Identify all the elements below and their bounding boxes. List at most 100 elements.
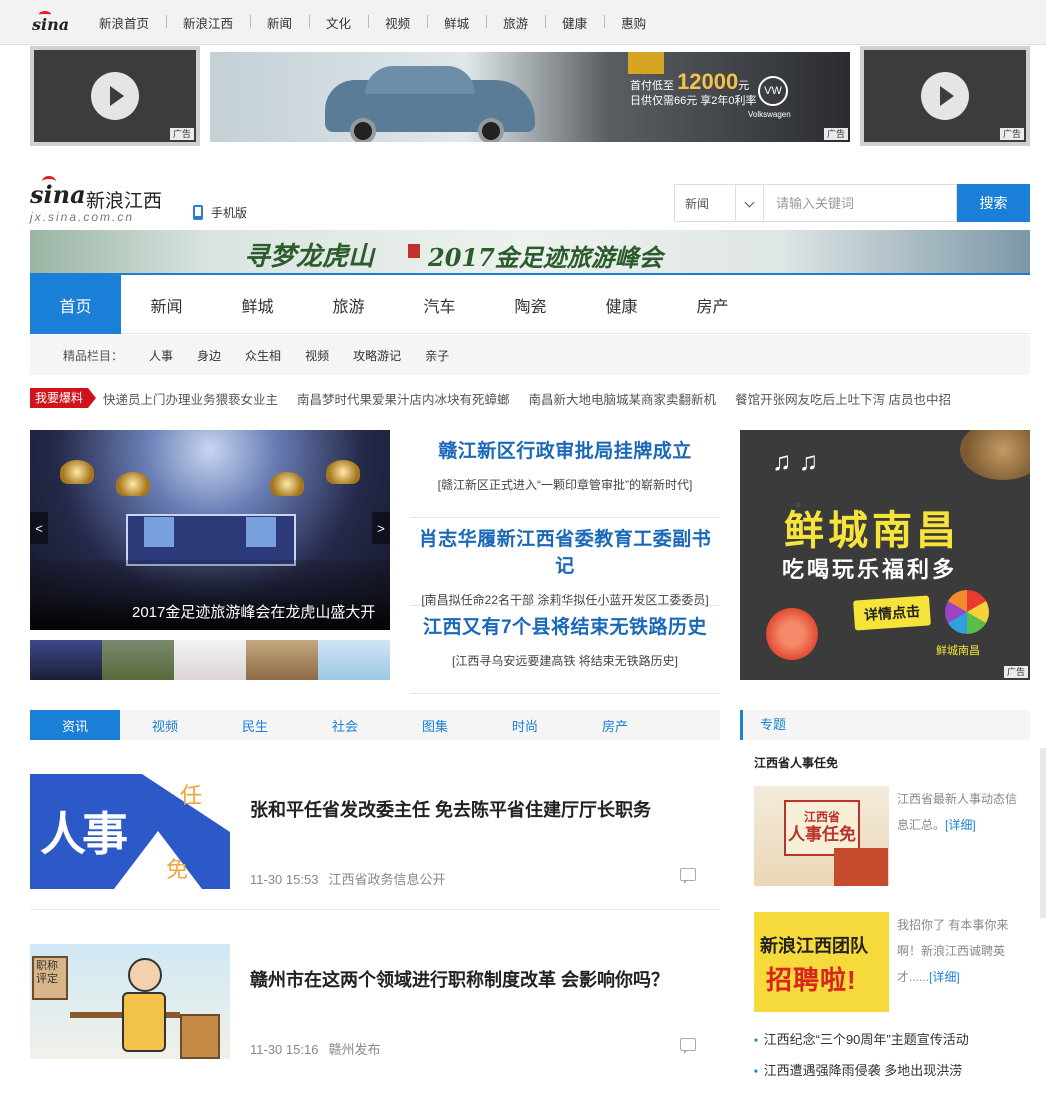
- top-nav-item-huigou[interactable]: 惠购: [604, 13, 663, 32]
- headline-subtitle[interactable]: [赣江新区正式进入“一颗印章管审批”的崭新时代]: [410, 476, 720, 493]
- carousel-next-button[interactable]: >: [372, 512, 390, 544]
- search-input[interactable]: [764, 184, 957, 222]
- main-nav-ceramics[interactable]: 陶瓷: [485, 275, 576, 334]
- main-nav-xiancheng[interactable]: 鲜城: [212, 275, 303, 334]
- feed-source: 江西省政务信息公开: [328, 872, 446, 887]
- sina-logo[interactable]: sina: [32, 11, 69, 34]
- main-nav-health[interactable]: 健康: [576, 275, 667, 334]
- main-nav-news[interactable]: 新闻: [121, 275, 212, 334]
- special-bullets: 江西纪念“三个90周年”主题宣传活动 江西遭遇强降雨侵袭 多地出现洪涝: [754, 1026, 969, 1088]
- details-link[interactable]: [详细]: [945, 818, 976, 832]
- breaking-item[interactable]: 南昌梦时代果爱果汁店内冰块有死蟑螂: [297, 389, 510, 408]
- feed-meta: 11-30 15:16 赣州发布: [250, 1039, 380, 1058]
- details-button[interactable]: 详情点击: [853, 595, 931, 631]
- screen-image: [144, 517, 174, 547]
- featured-column-personnel[interactable]: 人事: [149, 347, 173, 364]
- grapefruit-image: [766, 608, 818, 660]
- feed-thumbnail[interactable]: 人事 任 免: [30, 774, 230, 889]
- event-banner[interactable]: 寻梦龙虎山 2017金足迹旅游峰会: [30, 230, 1030, 275]
- site-name: 新浪江西: [86, 191, 163, 212]
- feed-source: 赣州发布: [328, 1042, 381, 1057]
- tab-news[interactable]: 资讯: [30, 710, 120, 740]
- tab-gallery[interactable]: 图集: [390, 710, 480, 740]
- thumbnail-text: 人事: [40, 807, 128, 861]
- breaking-item[interactable]: 南昌新大地电脑城某商家卖翻新机: [529, 389, 717, 408]
- top-nav-item-culture[interactable]: 文化: [309, 13, 368, 32]
- details-link[interactable]: [详细]: [929, 970, 960, 984]
- carousel-thumbnail[interactable]: [30, 640, 102, 680]
- site-logo[interactable]: sina 新浪江西 jx.sina.com.cn: [30, 176, 180, 226]
- special-thumbnail[interactable]: 江西省 人事任免: [754, 786, 889, 886]
- special-thumbnail[interactable]: 新浪江西团队 招聘啦!: [754, 912, 889, 1012]
- search-category-select[interactable]: 新闻: [674, 184, 764, 222]
- bullet-link[interactable]: 江西遭遇强降雨侵袭 多地出现洪涝: [754, 1057, 969, 1088]
- carousel-thumbnail[interactable]: [318, 640, 390, 680]
- report-tip-tag[interactable]: 我要爆料: [30, 388, 97, 408]
- feed-title[interactable]: 赣州市在这两个领域进行职称制度改革 会影响你吗？: [250, 966, 669, 992]
- xiancheng-ad[interactable]: ♫ ♫ 鲜城南昌 吃喝玩乐福利多 详情点击 鲜城南昌 广告: [740, 430, 1030, 680]
- main-nav-travel[interactable]: 旅游: [303, 275, 394, 334]
- top-nav-item-news[interactable]: 新闻: [250, 13, 309, 32]
- top-nav-item-health[interactable]: 健康: [545, 13, 604, 32]
- search-category-value: 新闻: [685, 196, 710, 211]
- special-topics-header: 专题: [740, 710, 1030, 740]
- car-ad-banner[interactable]: 首付低至 12000元 日供仅需66元 享2年0利率 VW Volkswagen…: [210, 52, 850, 142]
- search-button[interactable]: 搜索: [957, 184, 1030, 222]
- featured-column-parenting[interactable]: 亲子: [425, 347, 449, 364]
- featured-column-people[interactable]: 众生相: [245, 347, 281, 364]
- headline-title[interactable]: 肖志华履新江西省委教育工委副书记: [410, 524, 720, 578]
- bullet-link[interactable]: 江西纪念“三个90周年”主题宣传活动: [754, 1026, 969, 1057]
- chevron-down-icon[interactable]: [735, 185, 763, 221]
- ad-brand: 鲜城南昌: [936, 645, 980, 657]
- chandelier-icon: [326, 460, 360, 484]
- headline-title[interactable]: 赣江新区行政审批局挂牌成立: [410, 436, 720, 463]
- special-item: 新浪江西团队 招聘啦! 我招你了 有本事你来啊！新浪江西诚聘英才......[详…: [754, 912, 1030, 1012]
- mobile-version-link[interactable]: 手机版: [193, 204, 247, 221]
- photo-carousel[interactable]: < > 2017金足迹旅游峰会在龙虎山盛大开幕: [30, 430, 390, 630]
- top-nav-item-xiancheng[interactable]: 鲜城: [427, 13, 486, 32]
- cartoon-body: [122, 992, 166, 1052]
- tab-house[interactable]: 房产: [570, 710, 660, 740]
- featured-column-nearby[interactable]: 身边: [197, 347, 221, 364]
- featured-column-video[interactable]: 视频: [305, 347, 329, 364]
- play-icon[interactable]: [921, 72, 969, 120]
- feed-title[interactable]: 张和平任省发改委主任 免去陈平省住建厅厅长职务: [250, 796, 651, 822]
- scrollbar[interactable]: [1040, 748, 1046, 918]
- video-ad-left[interactable]: 广告: [30, 46, 200, 146]
- tab-society[interactable]: 社会: [300, 710, 390, 740]
- featured-column-guides[interactable]: 攻略游记: [353, 347, 401, 364]
- tab-fashion[interactable]: 时尚: [480, 710, 570, 740]
- top-nav-item-home[interactable]: 新浪首页: [82, 13, 166, 32]
- play-icon[interactable]: [91, 72, 139, 120]
- thumbnail-text: 职称评定: [32, 956, 68, 1000]
- comment-icon[interactable]: [680, 868, 696, 884]
- divider: [30, 909, 720, 910]
- main-nav-auto[interactable]: 汽车: [394, 275, 485, 334]
- carousel-thumbnail[interactable]: [102, 640, 174, 680]
- video-ad-right[interactable]: 广告: [860, 46, 1030, 146]
- top-nav-item-jiangxi[interactable]: 新浪江西: [166, 13, 250, 32]
- carousel-prev-button[interactable]: <: [30, 512, 48, 544]
- headline-subtitle[interactable]: [江西寻乌安远要建高铁 将结束无铁路历史]: [410, 652, 720, 669]
- tab-livelihood[interactable]: 民生: [210, 710, 300, 740]
- tab-video[interactable]: 视频: [120, 710, 210, 740]
- main-nav-house[interactable]: 房产: [667, 275, 758, 334]
- mobile-version-label: 手机版: [211, 206, 248, 220]
- headline-title[interactable]: 江西又有7个县将结束无铁路历史: [410, 612, 720, 639]
- headline-subtitle[interactable]: [南昌拟任命22名干部 涂莉华拟任小蓝开发区工委委员]: [410, 591, 720, 608]
- banner-title2: 2017金足迹旅游峰会: [428, 243, 663, 272]
- comment-icon[interactable]: [680, 1038, 696, 1054]
- feed-thumbnail[interactable]: 职称评定: [30, 944, 230, 1059]
- top-nav-item-travel[interactable]: 旅游: [486, 13, 545, 32]
- carousel-caption[interactable]: 2017金足迹旅游峰会在龙虎山盛大开幕: [30, 596, 390, 630]
- carousel-thumbnail[interactable]: [174, 640, 246, 680]
- special-topic-title[interactable]: 江西省人事任免: [754, 754, 838, 771]
- breaking-item[interactable]: 快递员上门办理业务猥亵女业主: [103, 389, 278, 408]
- breaking-item[interactable]: 餐馆开张网友吃后上吐下泻 店员也中招: [735, 389, 951, 408]
- thumbnail-text-line1: 江西省: [803, 810, 840, 824]
- carousel-thumbnail[interactable]: [246, 640, 318, 680]
- top-nav-item-video[interactable]: 视频: [368, 13, 427, 32]
- feed-time: 11-30 15:16: [250, 1042, 319, 1057]
- main-nav-home[interactable]: 首页: [30, 275, 121, 334]
- headline-item: 赣江新区行政审批局挂牌成立 [赣江新区正式进入“一颗印章管审批”的崭新时代]: [410, 430, 720, 518]
